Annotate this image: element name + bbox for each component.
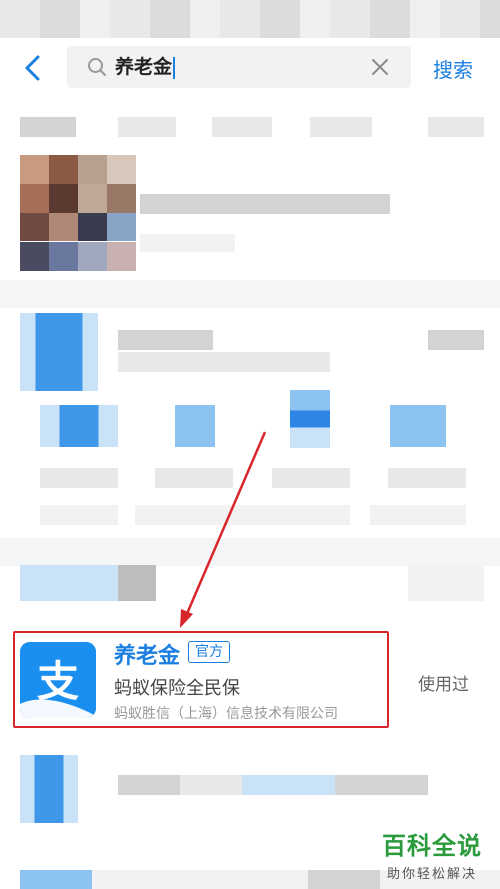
watermark-subtitle: 助你轻松解决 <box>386 867 477 882</box>
blurred-block <box>428 117 484 137</box>
blurred-block <box>428 330 484 350</box>
blurred-block <box>118 330 213 350</box>
chevron-left-icon <box>25 55 40 81</box>
blurred-block <box>155 468 233 488</box>
blurred-app-icon <box>20 313 98 391</box>
blurred-app-icon <box>20 755 78 823</box>
section-divider <box>0 538 500 566</box>
blurred-block <box>140 194 390 214</box>
search-button[interactable]: 搜索 <box>433 54 473 83</box>
blurred-icon <box>290 390 330 448</box>
text-caret <box>173 56 176 79</box>
blurred-block <box>388 468 466 488</box>
blurred-block <box>20 117 76 137</box>
status-bar-blurred <box>0 0 500 38</box>
blurred-block <box>310 117 372 137</box>
watermark-title: 百科全说 <box>382 832 482 860</box>
blurred-block <box>272 468 350 488</box>
used-status: 使用过 <box>418 675 469 695</box>
blurred-block <box>370 505 466 525</box>
blurred-block <box>135 505 350 525</box>
highlight-box <box>13 631 389 728</box>
blurred-block <box>140 234 235 252</box>
blurred-icon <box>175 405 215 447</box>
blurred-avatar <box>20 155 136 271</box>
blurred-block <box>20 565 118 601</box>
blurred-block <box>118 117 176 137</box>
search-box[interactable]: 养老金 <box>67 46 411 88</box>
blurred-block <box>118 352 330 372</box>
search-icon <box>88 58 106 76</box>
search-input[interactable]: 养老金 <box>115 52 176 82</box>
blurred-block <box>40 505 118 525</box>
back-button[interactable] <box>18 52 50 84</box>
section-divider <box>0 280 500 308</box>
blurred-block <box>408 565 484 601</box>
blurred-block <box>118 775 428 795</box>
search-header: 养老金 搜索 <box>0 38 500 100</box>
blurred-icon <box>40 405 118 447</box>
blurred-block <box>40 468 118 488</box>
blurred-block <box>118 565 156 601</box>
clear-icon[interactable] <box>370 57 390 77</box>
blurred-icon <box>390 405 446 447</box>
watermark: 百科全说 助你轻松解决 <box>370 826 494 884</box>
blurred-block <box>212 117 272 137</box>
